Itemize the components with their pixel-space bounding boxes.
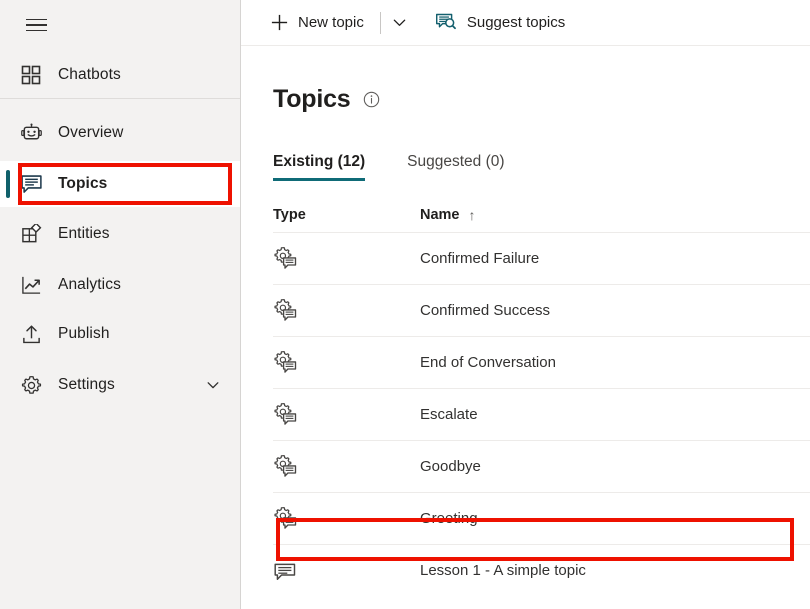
table-row[interactable]: Confirmed Success	[273, 285, 810, 337]
grid-apps-icon	[18, 62, 44, 88]
table-row-greeting[interactable]: Greeting	[273, 493, 810, 545]
toolbar-divider	[379, 11, 381, 34]
page-title: Topics	[273, 84, 351, 113]
upload-icon	[18, 321, 44, 347]
sidebar-item-analytics[interactable]: Analytics	[0, 262, 240, 308]
sidebar-item-label: Publish	[58, 325, 110, 342]
topics-table: Type Name ↑ Confirmed Failure Confirmed …	[241, 199, 810, 597]
table-row[interactable]: Confirmed Failure	[273, 233, 810, 285]
hamburger-line	[25, 24, 47, 26]
system-topic-icon	[273, 402, 297, 426]
command-bar: New topic Suggest topics	[241, 0, 810, 46]
entities-icon	[18, 221, 44, 247]
table-header-row: Type Name ↑	[273, 199, 810, 233]
sidebar-item-chatbots[interactable]: Chatbots	[0, 52, 240, 98]
topic-name: Greeting	[420, 509, 478, 527]
tab-label: Suggested (0)	[407, 152, 505, 170]
sidebar-divider	[0, 98, 240, 99]
table-row[interactable]: End of Conversation	[273, 337, 810, 389]
topic-name: Escalate	[420, 405, 478, 423]
topic-name: End of Conversation	[420, 353, 556, 371]
chevron-down-icon	[394, 19, 406, 26]
sidebar-item-settings[interactable]: Settings	[0, 362, 240, 408]
topic-type-cell	[273, 298, 420, 322]
info-circle-icon[interactable]	[363, 91, 380, 108]
topic-name: Lesson 1 - A simple topic	[420, 562, 586, 579]
topic-type-cell	[273, 559, 420, 583]
main-content: New topic Suggest topics Topics Existing…	[241, 0, 810, 609]
sidebar-item-label: Entities	[58, 225, 110, 242]
selected-indicator-bar	[6, 170, 10, 198]
new-topic-button[interactable]: New topic	[263, 6, 370, 40]
sidebar-item-label: Analytics	[58, 276, 121, 293]
system-topic-icon	[273, 506, 297, 530]
hamburger-line	[25, 18, 47, 21]
system-topic-icon	[273, 246, 297, 270]
system-topic-icon	[273, 298, 297, 322]
sidebar-item-label: Settings	[58, 376, 115, 393]
line-chart-icon	[18, 272, 44, 298]
topic-type-cell	[273, 506, 420, 530]
topic-type-cell	[273, 454, 420, 478]
gear-icon	[18, 372, 44, 398]
custom-topic-icon	[273, 559, 297, 583]
hamburger-line	[25, 29, 47, 32]
sidebar-item-label: Topics	[58, 175, 108, 192]
chat-bubble-icon	[18, 171, 44, 197]
tab-list: Existing (12) Suggested (0)	[241, 153, 810, 181]
sidebar-item-topics[interactable]: Topics	[0, 161, 240, 207]
table-row[interactable]: Escalate	[273, 389, 810, 441]
system-topic-icon	[273, 454, 297, 478]
sidebar-item-entities[interactable]: Entities	[0, 211, 240, 257]
sidebar: Chatbots Overview Topics Entities Analyt…	[0, 0, 241, 609]
sidebar-item-label: Overview	[58, 124, 124, 141]
column-header-label: Name	[420, 207, 460, 223]
topic-name: Confirmed Failure	[420, 249, 540, 267]
new-topic-label: New topic	[298, 14, 364, 31]
app-root: Chatbots Overview Topics Entities Analyt…	[0, 0, 810, 609]
tab-existing[interactable]: Existing (12)	[273, 153, 377, 181]
suggest-topics-button[interactable]: Suggest topics	[429, 6, 571, 40]
table-row[interactable]: Goodbye	[273, 441, 810, 493]
tab-suggested[interactable]: Suggested (0)	[407, 153, 516, 181]
topic-type-cell	[273, 402, 420, 426]
sidebar-item-label: Chatbots	[58, 66, 121, 83]
column-header-name[interactable]: Name ↑	[420, 207, 794, 223]
hamburger-icon[interactable]	[14, 8, 58, 42]
suggest-topics-icon	[435, 12, 457, 34]
topic-type-cell	[273, 246, 420, 270]
sidebar-item-overview[interactable]: Overview	[0, 110, 240, 156]
chevron-down-icon[interactable]	[206, 378, 220, 392]
page-header: Topics	[241, 46, 810, 131]
new-topic-dropdown-button[interactable]	[385, 8, 415, 38]
table-row[interactable]: Lesson 1 - A simple topic	[273, 545, 810, 597]
tab-label: Existing (12)	[273, 152, 366, 170]
robot-icon	[18, 120, 44, 146]
sort-ascending-icon: ↑	[468, 207, 476, 223]
column-header-type[interactable]: Type	[273, 207, 420, 223]
suggest-topics-label: Suggest topics	[466, 14, 566, 31]
topic-type-cell	[273, 350, 420, 374]
sidebar-item-publish[interactable]: Publish	[0, 311, 240, 357]
system-topic-icon	[273, 350, 297, 374]
column-header-label: Type	[273, 207, 306, 223]
topic-name: Goodbye	[420, 457, 481, 475]
topic-name: Confirmed Success	[420, 301, 551, 319]
plus-icon	[269, 13, 289, 33]
